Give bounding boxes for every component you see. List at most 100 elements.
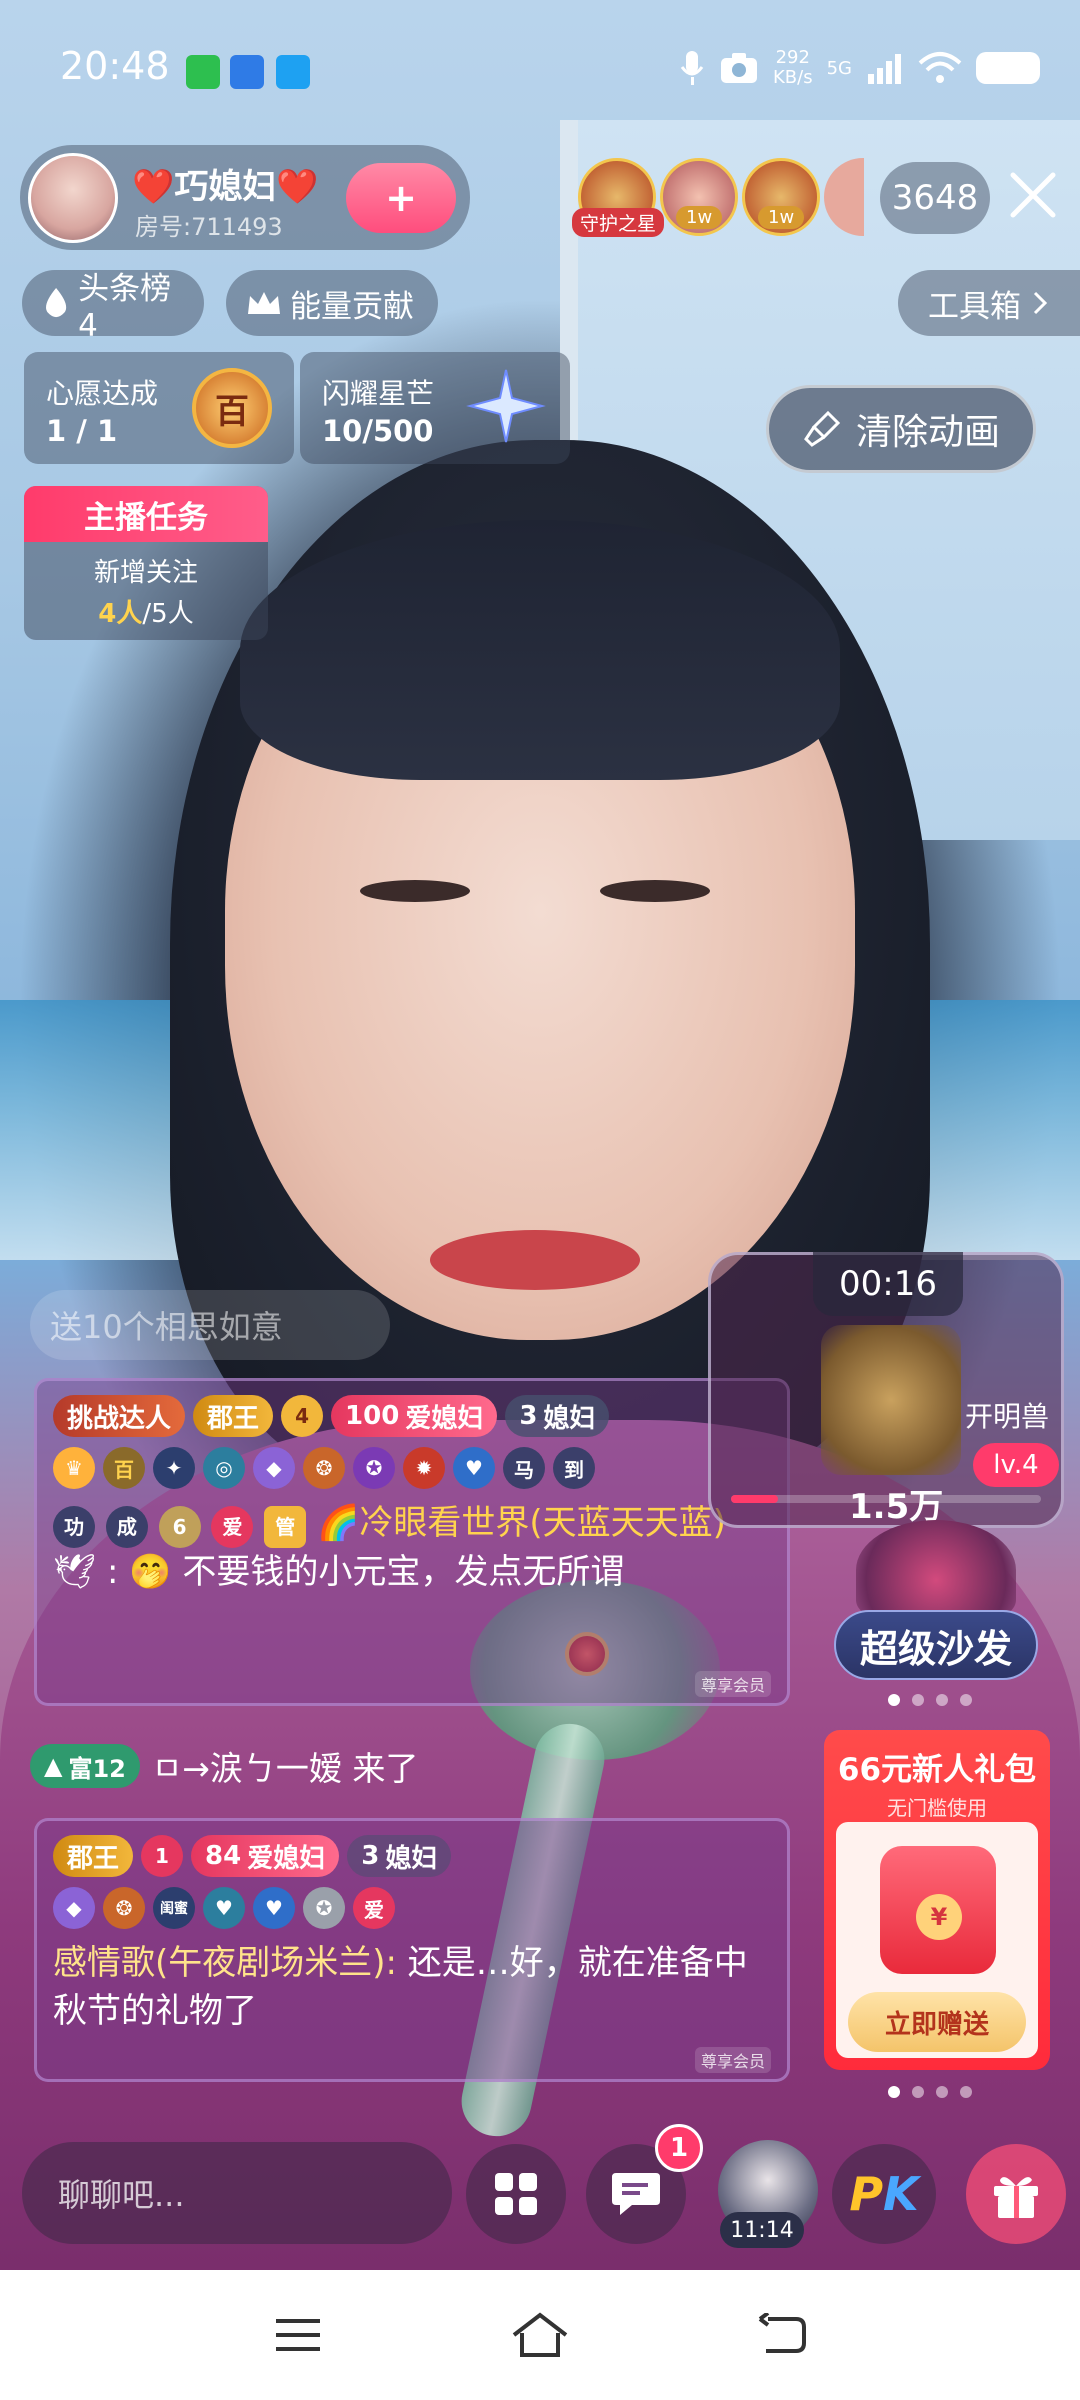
chat-nickname[interactable]: 感情歌(午夜剧场米兰): bbox=[53, 1943, 397, 1983]
energy-contribution-button[interactable]: 能量贡献 bbox=[226, 270, 438, 336]
clock: 20:48 bbox=[60, 44, 170, 88]
wish-card[interactable]: 心愿达成 1 / 1 百 bbox=[24, 352, 294, 464]
fan-badge: 100 爱媳妇 bbox=[331, 1395, 498, 1437]
give-now-button[interactable]: 立即赠送 bbox=[848, 1992, 1026, 2052]
bestie-medal: 闺蜜 bbox=[153, 1887, 195, 1929]
arrive-medal: 到 bbox=[553, 1447, 595, 1489]
host-avatar[interactable] bbox=[28, 153, 118, 243]
host-name: ❤️巧媳妇❤️ bbox=[132, 167, 319, 207]
fan-club-name: 爱媳妇 bbox=[247, 1843, 326, 1874]
headline-rank-button[interactable]: 头条榜4 bbox=[22, 270, 204, 344]
star-card[interactable]: 闪耀星芒 10/500 bbox=[300, 352, 570, 464]
room-number: 房号:711493 bbox=[135, 213, 283, 241]
crown-medal-icon: ♛ bbox=[53, 1447, 95, 1489]
group-level: 3 bbox=[361, 1841, 380, 1871]
chat-input[interactable]: 聊聊吧... bbox=[22, 2142, 452, 2244]
host-info-card[interactable]: ❤️巧媳妇❤️ 房号:711493 + bbox=[20, 145, 470, 250]
bird-emoji-icon: 🕊 bbox=[53, 1552, 97, 1592]
page-dot bbox=[888, 1694, 900, 1706]
wish-value: 1 / 1 bbox=[46, 414, 118, 448]
hundred-medal: 百 bbox=[103, 1447, 145, 1489]
entry-text: ㅁ→涙ㄅ一嫒 来了 bbox=[151, 1749, 419, 1788]
viewer-count[interactable]: 3648 bbox=[880, 162, 990, 234]
status-bar: 20:48 292 KB/s 5G bbox=[0, 0, 1080, 140]
newbie-gift-pack[interactable]: 66元新人礼包 无门槛使用 ¥ 立即赠送 bbox=[824, 1730, 1050, 2070]
host-task-card[interactable]: 主播任务 新增关注 4人/5人 bbox=[24, 486, 268, 640]
group-badge: 3 媳妇 bbox=[347, 1835, 452, 1877]
screen-notification-icon bbox=[230, 55, 264, 89]
back-icon bbox=[758, 2313, 806, 2353]
gold-medal-icon: ❂ bbox=[103, 1887, 145, 1929]
page-dot bbox=[888, 2086, 900, 2098]
beast-icon bbox=[821, 1325, 961, 1475]
sofa-page-dots bbox=[888, 1694, 972, 1706]
fan-level: 100 bbox=[345, 1401, 400, 1431]
super-sofa-button[interactable]: 超级沙发 bbox=[834, 1610, 1038, 1680]
star-medal-icon: ✦ bbox=[153, 1447, 195, 1489]
pk-button[interactable]: PK bbox=[832, 2144, 936, 2244]
battery-icon bbox=[976, 52, 1040, 84]
silver-medal-icon: ✪ bbox=[303, 1887, 345, 1929]
rank-badge: 郡王 bbox=[193, 1395, 274, 1437]
home-icon bbox=[512, 2312, 568, 2357]
signal-icon bbox=[868, 54, 901, 84]
group-name: 媳妇 bbox=[385, 1843, 438, 1874]
chat-message-2[interactable]: 郡王 1 84 爱媳妇 3 媳妇 ◆ ❂ 闺蜜 ♥ ♥ ✪ 爱 感情歌(午夜剧场米兰… bbox=[34, 1818, 790, 2082]
heart-medal-2-icon: ♥ bbox=[253, 1887, 295, 1929]
diamond-medal-icon: ◆ bbox=[253, 1447, 295, 1489]
apps-button[interactable] bbox=[466, 2144, 566, 2244]
viewer-tag-2: 1w bbox=[758, 206, 805, 229]
wealth-icon: ▲ bbox=[44, 1752, 63, 1780]
streamer-bangs bbox=[240, 520, 840, 780]
net-speed: 292 KB/s bbox=[773, 48, 813, 88]
host-task-done: 4人 bbox=[98, 599, 143, 629]
laugh-emoji-icon: 🤭 bbox=[129, 1552, 172, 1592]
right-eye bbox=[600, 880, 710, 902]
yuan-coin-icon: ¥ bbox=[916, 1894, 962, 1940]
grid-icon bbox=[495, 2173, 537, 2215]
pk-beast-card[interactable]: 00:16 开明兽 lv.4 1.5万 bbox=[708, 1252, 1064, 1528]
app-notification-icon bbox=[186, 55, 220, 89]
message-count-badge: 1 bbox=[655, 2124, 703, 2172]
badge-row: 挑战达人 郡王 4 100 爱媳妇 3 媳妇 bbox=[53, 1395, 771, 1437]
wealth-badge: ▲ 富12 bbox=[30, 1744, 140, 1788]
chat-message-text: 功 成 6 爱 管 🌈冷眼看世界(天蓝天天蓝) 🕊 : 🤭 不要钱的小元宝，发点… bbox=[53, 1503, 726, 1592]
energy-contribution-label: 能量贡献 bbox=[290, 288, 414, 325]
horse-medal: 马 bbox=[503, 1447, 545, 1489]
beast-level: lv.4 bbox=[973, 1443, 1059, 1487]
close-icon[interactable] bbox=[1003, 165, 1063, 225]
sparkle-star-icon bbox=[466, 369, 546, 443]
viewer-tag-1: 1w bbox=[676, 206, 723, 229]
page-dot bbox=[960, 2086, 972, 2098]
gift-pack-title: 66元新人礼包 bbox=[837, 1752, 1037, 1788]
clear-animation-button[interactable]: 清除动画 bbox=[766, 385, 1036, 473]
left-eye bbox=[360, 880, 470, 902]
heart-medal-icon: ♥ bbox=[203, 1887, 245, 1929]
diamond-medal-icon: ◆ bbox=[53, 1887, 95, 1929]
medal-row-1: ♛ 百 ✦ ◎ ◆ ❂ ✪ ✹ ♥ 马 到 bbox=[53, 1447, 771, 1489]
gift-pack-subtitle: 无门槛使用 bbox=[887, 1796, 987, 1820]
follow-plus-icon: + bbox=[385, 176, 417, 220]
follow-button[interactable]: + bbox=[346, 163, 456, 233]
fan-level: 84 bbox=[205, 1841, 242, 1871]
net-speed-unit: KB/s bbox=[772, 67, 813, 88]
system-navigation-bar bbox=[0, 2270, 1080, 2400]
net-speed-value: 292 bbox=[775, 47, 810, 68]
back-button[interactable] bbox=[742, 2300, 822, 2370]
host-task-total: /5人 bbox=[142, 599, 194, 629]
gift-button[interactable] bbox=[966, 2144, 1066, 2244]
fan-club-name: 爱媳妇 bbox=[405, 1403, 484, 1434]
toolbox-button[interactable]: 工具箱 bbox=[898, 270, 1080, 336]
wish-badge-icon: 百 bbox=[192, 368, 272, 448]
guard-star-tag: 守护之星 bbox=[572, 208, 665, 237]
microphone-icon bbox=[680, 51, 704, 85]
manager-medal: 管 bbox=[264, 1506, 307, 1548]
home-button[interactable] bbox=[500, 2300, 580, 2370]
chat-nickname[interactable]: 🌈冷眼看世界(天蓝天天蓝) bbox=[317, 1503, 726, 1543]
chat-message-text: 感情歌(午夜剧场米兰): 还是…好，就在准备中秋节的礼物了 bbox=[53, 1939, 771, 2035]
chat-message-1[interactable]: 挑战达人 郡王 4 100 爱媳妇 3 媳妇 ♛ 百 ✦ ◎ ◆ ❂ ✪ ✹ ♥ 马… bbox=[34, 1378, 790, 1706]
menu-button[interactable] bbox=[258, 2300, 338, 2370]
host-task-progress: 4人/5人 bbox=[24, 593, 268, 630]
member-tag: 尊享会员 bbox=[694, 2047, 771, 2073]
challenger-badge: 挑战达人 bbox=[53, 1395, 186, 1437]
